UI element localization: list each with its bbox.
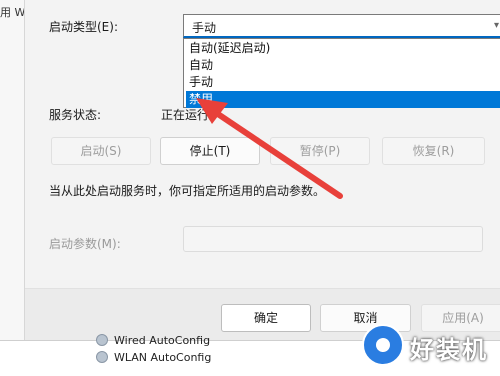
service-status-value: 正在运行 xyxy=(161,108,210,122)
service-properties-dialog: 启动类型(E): 手动 ▾ 自动(延迟启动) 自动 手动 禁用 服务状态: 正在… xyxy=(24,0,500,341)
stop-button[interactable]: 停止(T) xyxy=(160,137,260,165)
watermark-logo-icon xyxy=(362,324,404,366)
startup-type-label: 启动类型(E): xyxy=(49,20,118,34)
service-icon xyxy=(96,351,108,363)
dropdown-option-auto[interactable]: 自动 xyxy=(186,57,500,74)
start-params-input[interactable] xyxy=(183,226,483,252)
pause-button[interactable]: 暂停(P) xyxy=(270,137,370,165)
start-button[interactable]: 启动(S) xyxy=(51,137,151,165)
dropdown-option-manual[interactable]: 手动 xyxy=(186,74,500,91)
service-icon xyxy=(96,334,108,346)
service-name: WLAN AutoConfig xyxy=(114,351,212,364)
dropdown-option-auto-delayed[interactable]: 自动(延迟启动) xyxy=(186,40,500,57)
service-name: Wired AutoConfig xyxy=(114,334,211,347)
ok-button[interactable]: 确定 xyxy=(221,304,311,332)
chevron-down-icon: ▾ xyxy=(493,20,499,31)
startup-type-combobox[interactable]: 手动 ▾ xyxy=(183,14,500,38)
dropdown-option-disabled[interactable]: 禁用 xyxy=(186,91,500,108)
startup-type-dropdown: 自动(延迟启动) 自动 手动 禁用 xyxy=(183,38,500,108)
service-status-label: 服务状态: xyxy=(49,108,102,122)
list-item: Wired AutoConfig xyxy=(96,334,210,347)
start-params-label: 启动参数(M): xyxy=(49,237,121,251)
start-params-hint: 当从此处启动服务时，你可指定所适用的启动参数。 xyxy=(49,184,326,198)
watermark-text: 好装机 xyxy=(410,336,488,364)
list-item: WLAN AutoConfig xyxy=(96,351,211,364)
startup-type-value: 手动 xyxy=(192,21,217,35)
resume-button[interactable]: 恢复(R) xyxy=(382,137,485,165)
background-window-edge: 用 W xyxy=(0,0,24,340)
background-window-text: 用 W xyxy=(0,6,24,19)
watermark: 好装机 xyxy=(362,322,500,375)
